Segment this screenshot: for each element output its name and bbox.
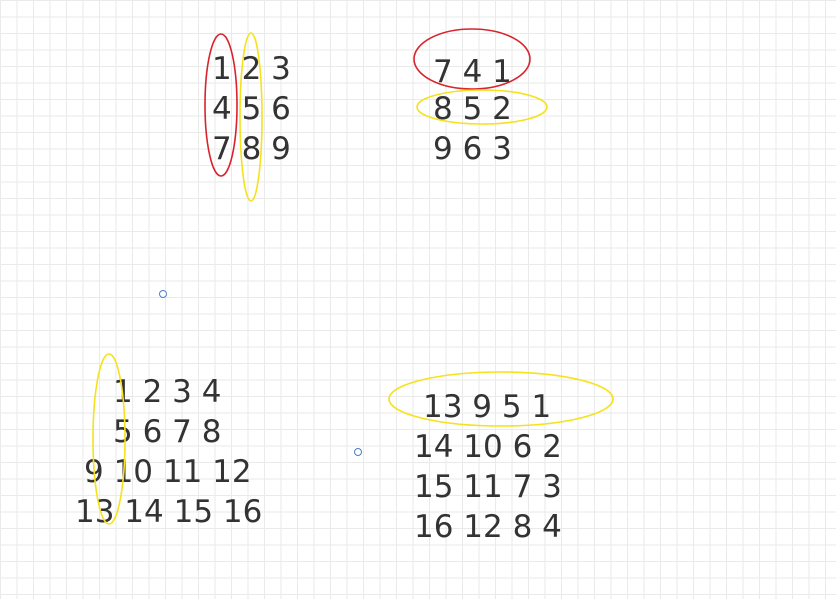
matrix-row: 7 8 9 bbox=[212, 131, 291, 167]
matrix-row: 1 2 3 4 bbox=[113, 374, 222, 410]
matrix-row: 7 4 1 bbox=[433, 54, 512, 90]
matrix-row: 16 12 8 4 bbox=[414, 509, 562, 545]
matrix-row: 14 10 6 2 bbox=[414, 429, 562, 465]
drawing-canvas: 1 2 3 4 5 6 7 8 9 7 4 1 8 5 2 9 6 3 1 2 … bbox=[0, 0, 836, 599]
canvas-anchor-handle[interactable] bbox=[354, 448, 362, 456]
matrix-row: 13 14 15 16 bbox=[75, 494, 263, 530]
matrix-row: 13 9 5 1 bbox=[423, 389, 552, 425]
matrix-row: 9 10 11 12 bbox=[84, 454, 252, 490]
matrix-row: 1 2 3 bbox=[212, 51, 291, 87]
matrix-row: 9 6 3 bbox=[433, 131, 512, 167]
canvas-anchor-handle[interactable] bbox=[159, 290, 167, 298]
matrix-row: 4 5 6 bbox=[212, 91, 291, 127]
matrix-row: 15 11 7 3 bbox=[414, 469, 562, 505]
matrix-row: 5 6 7 8 bbox=[113, 414, 222, 450]
matrix-row: 8 5 2 bbox=[433, 91, 512, 127]
